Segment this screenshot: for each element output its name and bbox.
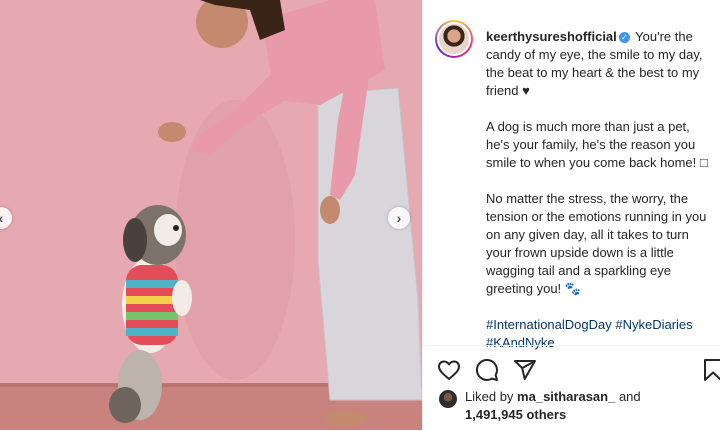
profile-avatar[interactable] bbox=[435, 20, 473, 58]
post-caption: keerthysureshofficial ✓ You're the candy … bbox=[486, 28, 708, 352]
caption-paragraph-1: keerthysureshofficial ✓ You're the candy … bbox=[486, 28, 708, 100]
caption-paragraph-3: No matter the stress, the worry, the ten… bbox=[486, 191, 711, 296]
caption-username[interactable]: keerthysureshofficial bbox=[486, 29, 617, 44]
heart-icon[interactable] bbox=[437, 358, 461, 382]
post-actions-bar: Liked by ma_sitharasan_ and 1,491,945 ot… bbox=[423, 345, 720, 431]
liker-username[interactable]: ma_sitharasan_ bbox=[517, 389, 615, 404]
liker-avatar[interactable] bbox=[439, 390, 457, 408]
bookmark-icon[interactable] bbox=[701, 358, 720, 382]
photo-illustration bbox=[0, 0, 422, 430]
verified-badge-icon: ✓ bbox=[618, 32, 630, 43]
caption-paragraph-2: A dog is much more than just a pet, he's… bbox=[486, 119, 708, 170]
comment-icon[interactable] bbox=[475, 358, 499, 382]
avatar-image bbox=[437, 22, 471, 56]
carousel-next-button[interactable]: › bbox=[388, 207, 410, 229]
likes-text: Liked by ma_sitharasan_ and 1,491,945 ot… bbox=[465, 388, 715, 424]
post-photo[interactable]: ‹ › bbox=[0, 0, 422, 430]
hashtag-line-1[interactable]: #InternationalDogDay #NykeDiaries bbox=[486, 317, 693, 332]
likes-connector: and bbox=[618, 389, 641, 404]
liked-by-label: Liked by bbox=[465, 389, 514, 404]
share-icon[interactable] bbox=[513, 358, 537, 382]
post-side-panel: keerthysureshofficial ✓ You're the candy … bbox=[422, 0, 720, 430]
likes-count[interactable]: 1,491,945 others bbox=[465, 407, 566, 422]
